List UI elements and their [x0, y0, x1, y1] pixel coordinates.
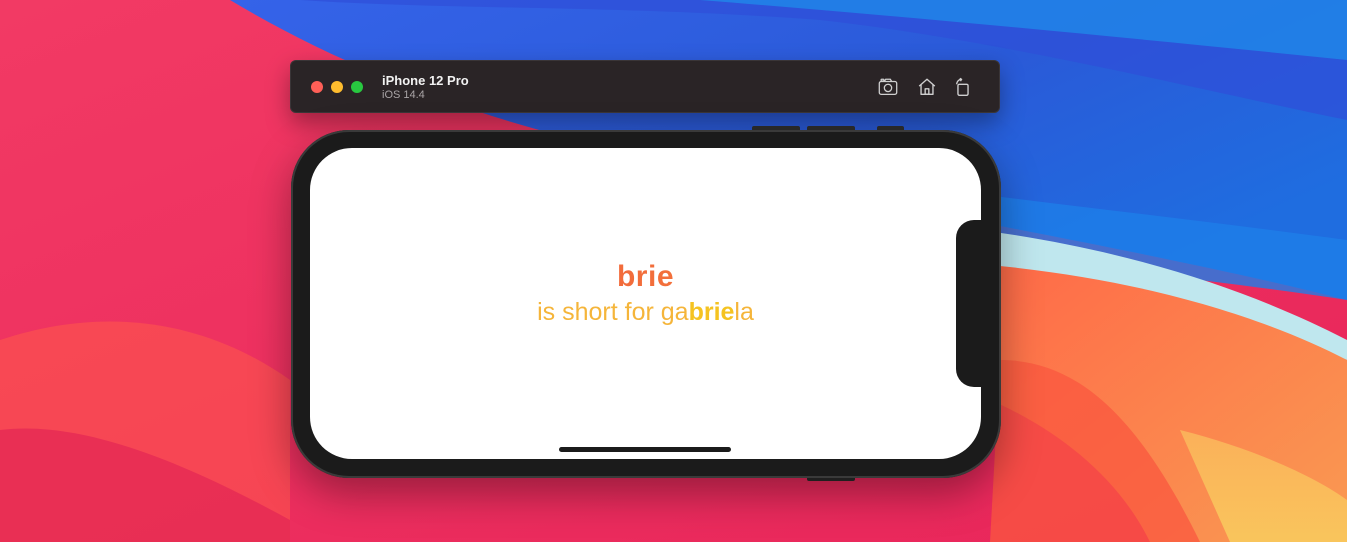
device-notch — [956, 220, 981, 387]
home-icon — [918, 78, 936, 96]
minimize-window-button[interactable] — [331, 81, 343, 93]
app-subtitle: is short for gabriela — [310, 298, 981, 327]
zoom-window-button[interactable] — [351, 81, 363, 93]
rotate-icon — [955, 77, 969, 96]
home-button[interactable] — [915, 75, 939, 99]
device-name: iPhone 12 Pro — [382, 73, 469, 88]
home-indicator[interactable] — [559, 447, 731, 452]
screenshot-button[interactable] — [876, 75, 900, 99]
os-version: iOS 14.4 — [382, 89, 425, 101]
subtitle-suffix: la — [734, 298, 754, 326]
subtitle-prefix: is short for ga — [537, 298, 689, 326]
simulator-title-bar[interactable]: iPhone 12 Pro iOS 14.4 — [290, 60, 1000, 113]
device-screen[interactable]: brie is short for gabriela — [310, 148, 981, 459]
subtitle-highlight: brie — [688, 298, 735, 326]
camera-icon — [878, 78, 898, 95]
close-window-button[interactable] — [311, 81, 323, 93]
app-title: brie — [310, 260, 981, 294]
rotate-button[interactable] — [951, 75, 975, 99]
iphone-device-frame: brie is short for gabriela — [291, 130, 1001, 478]
